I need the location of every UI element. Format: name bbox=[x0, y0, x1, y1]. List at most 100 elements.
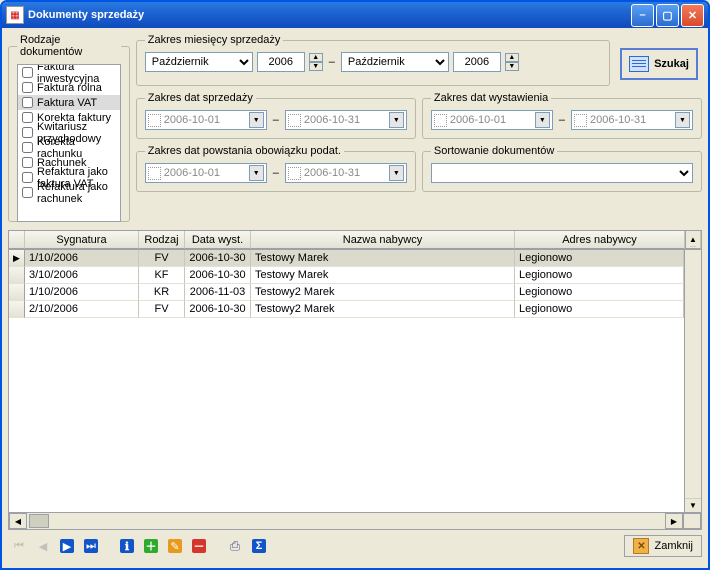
cell-nazwa: Testowy2 Marek bbox=[251, 284, 515, 301]
grid-corner-br bbox=[683, 513, 701, 529]
print-button[interactable]: ⎙ bbox=[224, 535, 246, 557]
sum-button[interactable]: Σ bbox=[248, 535, 270, 557]
col-rodzaj[interactable]: Rodzaj bbox=[139, 231, 185, 249]
cell-rodzaj: FV bbox=[139, 250, 185, 267]
search-button[interactable]: Szukaj bbox=[620, 48, 698, 80]
year-to-spinner[interactable]: ▲▼ bbox=[505, 53, 519, 71]
table-row[interactable]: 2/10/2006FV2006-10-30Testowy2 MarekLegio… bbox=[9, 301, 684, 318]
grid-corner bbox=[9, 231, 25, 249]
tax-date-to[interactable]: 2006-10-31▼ bbox=[285, 163, 407, 183]
hscroll-thumb[interactable] bbox=[29, 514, 49, 528]
app-window: ▦ Dokumenty sprzedaży – ▢ ✕ Rodzaje doku… bbox=[0, 0, 710, 570]
nav-prev-button[interactable]: ◀ bbox=[32, 535, 54, 557]
table-row[interactable]: 1/10/2006KR2006-11-03Testowy2 MarekLegio… bbox=[9, 284, 684, 301]
doc-type-checkbox[interactable] bbox=[22, 97, 33, 108]
info-button[interactable]: ℹ bbox=[116, 535, 138, 557]
col-data-wyst[interactable]: Data wyst. bbox=[185, 231, 251, 249]
cell-data-wyst: 2006-10-30 bbox=[185, 250, 251, 267]
doc-type-item[interactable]: Korekta rachunku bbox=[18, 140, 120, 155]
close-button[interactable]: ✕ Zamknij bbox=[624, 535, 702, 557]
nav-last-button[interactable]: ⏭ bbox=[80, 535, 102, 557]
add-button[interactable]: ＋ bbox=[140, 535, 162, 557]
month-from-select[interactable]: Październik bbox=[145, 52, 253, 72]
doc-types-legend: Rodzaje dokumentów bbox=[17, 34, 121, 58]
year-to-input[interactable] bbox=[453, 52, 501, 72]
issue-date-from[interactable]: 2006-10-01▼ bbox=[431, 110, 553, 130]
cell-rodzaj: KR bbox=[139, 284, 185, 301]
doc-type-checkbox[interactable] bbox=[22, 127, 33, 138]
maximize-button[interactable]: ▢ bbox=[656, 4, 679, 27]
sort-select[interactable] bbox=[431, 163, 693, 183]
doc-type-checkbox[interactable] bbox=[22, 142, 33, 153]
hscroll-left[interactable]: ◀ bbox=[9, 513, 27, 529]
col-adres[interactable]: Adres nabywcy bbox=[515, 231, 685, 249]
row-indicator bbox=[9, 284, 25, 301]
doc-type-item[interactable]: Faktura inwestycyjna bbox=[18, 65, 120, 80]
cell-sygnatura: 2/10/2006 bbox=[25, 301, 139, 318]
sort-group: Sortowanie dokumentów bbox=[422, 145, 702, 192]
edit-button[interactable]: ✎ bbox=[164, 535, 186, 557]
cell-adres: Legionowo bbox=[515, 250, 684, 267]
range-dash: – bbox=[327, 56, 337, 68]
search-icon bbox=[629, 56, 649, 72]
table-row[interactable]: ▶1/10/2006FV2006-10-30Testowy MarekLegio… bbox=[9, 250, 684, 267]
doc-type-checkbox[interactable] bbox=[22, 187, 33, 198]
vscroll-up[interactable]: ▲ bbox=[685, 231, 701, 249]
cell-nazwa: Testowy Marek bbox=[251, 250, 515, 267]
doc-type-checkbox[interactable] bbox=[22, 157, 33, 168]
delete-button[interactable]: － bbox=[188, 535, 210, 557]
tax-dates-legend: Zakres dat powstania obowiązku podat. bbox=[145, 145, 344, 157]
grid-body[interactable]: ▶1/10/2006FV2006-10-30Testowy MarekLegio… bbox=[9, 250, 684, 512]
tax-date-from[interactable]: 2006-10-01▼ bbox=[145, 163, 267, 183]
cell-sygnatura: 3/10/2006 bbox=[25, 267, 139, 284]
issue-dates-legend: Zakres dat wystawienia bbox=[431, 92, 551, 104]
bottom-toolbar: ⏮ ◀ ▶ ⏭ ℹ ＋ ✎ － ⎙ Σ ✕ Zamknij bbox=[8, 530, 702, 562]
cell-rodzaj: KF bbox=[139, 267, 185, 284]
cell-sygnatura: 1/10/2006 bbox=[25, 250, 139, 267]
doc-type-checkbox[interactable] bbox=[22, 112, 33, 123]
row-indicator bbox=[9, 267, 25, 284]
doc-type-label: Faktura VAT bbox=[37, 97, 97, 109]
search-button-label: Szukaj bbox=[654, 58, 689, 70]
table-row[interactable]: 3/10/2006KF2006-10-30Testowy MarekLegion… bbox=[9, 267, 684, 284]
sale-date-from[interactable]: 2006-10-01▼ bbox=[145, 110, 267, 130]
doc-type-label: Refaktura jako rachunek bbox=[37, 181, 116, 205]
app-icon: ▦ bbox=[6, 6, 24, 24]
sale-dates-group: Zakres dat sprzedaży 2006-10-01▼ – 2006-… bbox=[136, 92, 416, 139]
doc-type-item[interactable]: Faktura VAT bbox=[18, 95, 120, 110]
issue-dates-group: Zakres dat wystawienia 2006-10-01▼ – 200… bbox=[422, 92, 702, 139]
window-title: Dokumenty sprzedaży bbox=[28, 9, 629, 21]
minimize-button[interactable]: – bbox=[631, 4, 654, 27]
sale-date-to[interactable]: 2006-10-31▼ bbox=[285, 110, 407, 130]
doc-type-checkbox[interactable] bbox=[22, 172, 33, 183]
tax-dates-group: Zakres dat powstania obowiązku podat. 20… bbox=[136, 145, 416, 192]
year-from-input[interactable] bbox=[257, 52, 305, 72]
row-indicator: ▶ bbox=[9, 250, 25, 267]
col-nazwa[interactable]: Nazwa nabywcy bbox=[251, 231, 515, 249]
nav-next-button[interactable]: ▶ bbox=[56, 535, 78, 557]
close-icon: ✕ bbox=[633, 538, 649, 554]
hscroll-right[interactable]: ▶ bbox=[665, 513, 683, 529]
doc-type-label: Faktura rolna bbox=[37, 82, 102, 94]
cell-data-wyst: 2006-10-30 bbox=[185, 267, 251, 284]
client-area: Rodzaje dokumentów Faktura inwestycyjnaF… bbox=[2, 28, 708, 568]
nav-first-button[interactable]: ⏮ bbox=[8, 535, 30, 557]
horizontal-scrollbar[interactable]: ◀ ▶ bbox=[9, 512, 701, 529]
months-range-group: Zakres miesięcy sprzedaży Październik ▲▼… bbox=[136, 34, 610, 86]
vertical-scrollbar[interactable]: ▼ bbox=[684, 250, 701, 512]
issue-date-to[interactable]: 2006-10-31▼ bbox=[571, 110, 693, 130]
doc-types-list[interactable]: Faktura inwestycyjna Faktura rolna Faktura… bbox=[17, 64, 121, 222]
cell-data-wyst: 2006-10-30 bbox=[185, 301, 251, 318]
close-button-label: Zamknij bbox=[654, 540, 693, 552]
doc-type-checkbox[interactable] bbox=[22, 82, 33, 93]
doc-type-checkbox[interactable] bbox=[22, 67, 33, 78]
month-to-select[interactable]: Październik bbox=[341, 52, 449, 72]
window-close-button[interactable]: ✕ bbox=[681, 4, 704, 27]
row-indicator bbox=[9, 301, 25, 318]
sort-legend: Sortowanie dokumentów bbox=[431, 145, 557, 157]
doc-type-item[interactable]: Refaktura jako rachunek bbox=[18, 185, 120, 200]
col-sygnatura[interactable]: Sygnatura bbox=[25, 231, 139, 249]
year-from-spinner[interactable]: ▲▼ bbox=[309, 53, 323, 71]
grid-header: Sygnatura Rodzaj Data wyst. Nazwa nabywc… bbox=[9, 231, 701, 250]
cell-data-wyst: 2006-11-03 bbox=[185, 284, 251, 301]
